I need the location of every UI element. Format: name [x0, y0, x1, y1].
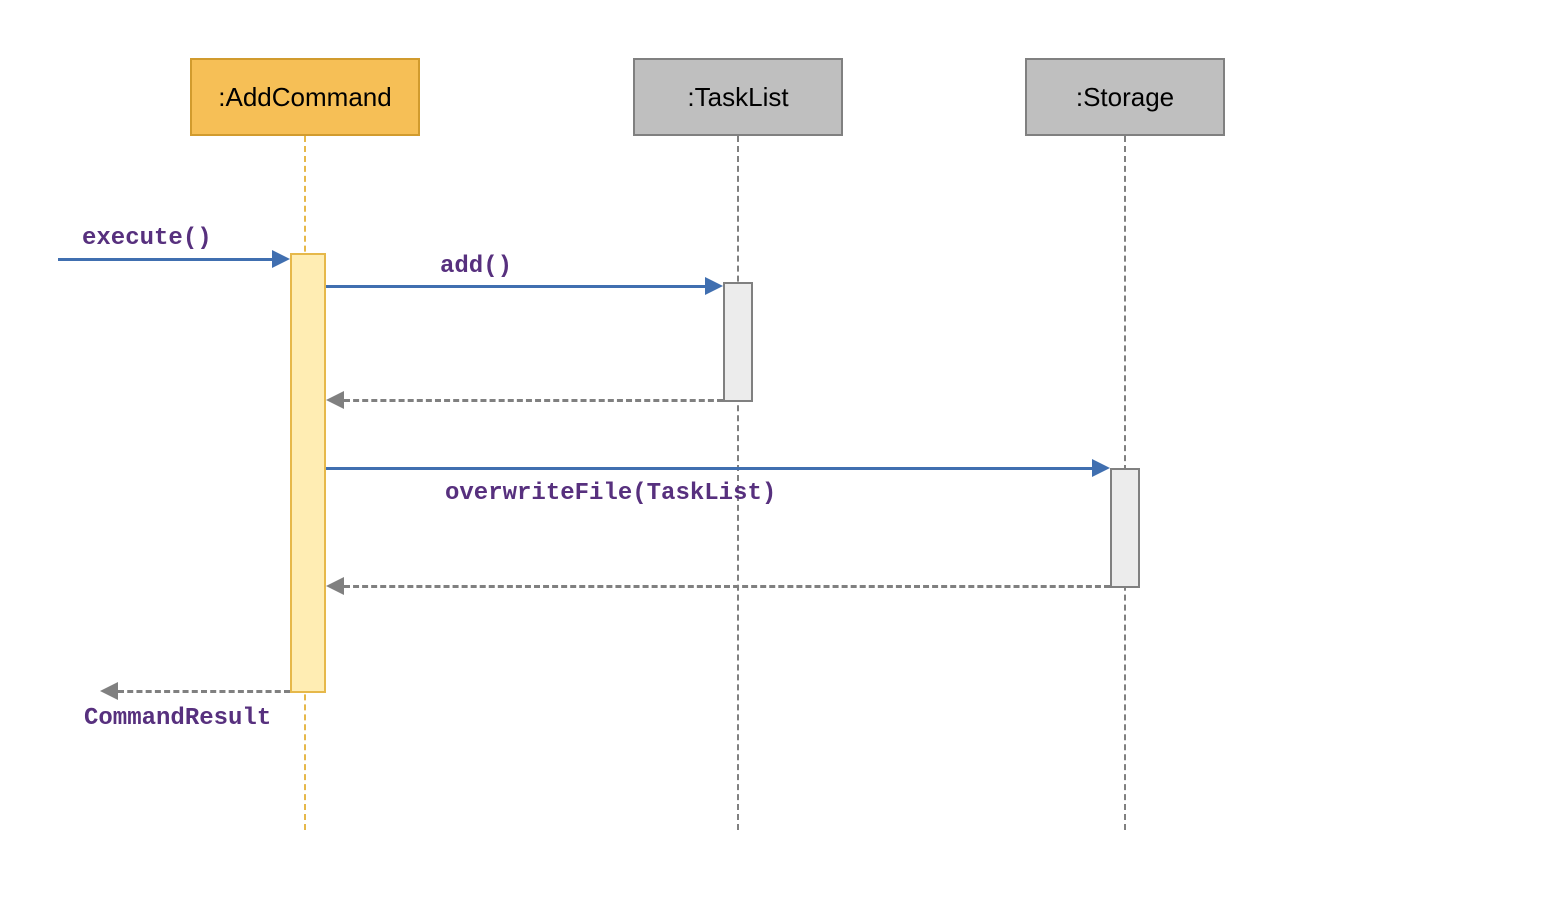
participant-tasklist-label: :TaskList	[687, 82, 788, 113]
msg-result-line	[118, 690, 290, 693]
msg-overwrite-line	[326, 467, 1098, 470]
msg-overwrite-return-line	[344, 585, 1110, 588]
msg-add-line	[326, 285, 713, 288]
msg-add-label: add()	[440, 253, 512, 280]
msg-result-label: CommandResult	[84, 705, 271, 732]
msg-add-return-arrowhead	[326, 391, 344, 409]
msg-add-return-line	[344, 399, 723, 402]
msg-overwrite-arrowhead	[1092, 459, 1110, 477]
activation-tasklist	[723, 282, 753, 402]
msg-execute-label: execute()	[82, 225, 212, 252]
participant-tasklist: :TaskList	[633, 58, 843, 136]
msg-execute-arrowhead	[272, 250, 290, 268]
participant-addcommand-label: :AddCommand	[218, 82, 391, 113]
msg-result-arrowhead	[100, 682, 118, 700]
msg-execute-line	[58, 258, 280, 261]
activation-addcommand	[290, 253, 326, 693]
participant-storage: :Storage	[1025, 58, 1225, 136]
msg-overwrite-label: overwriteFile(TaskList)	[445, 480, 776, 507]
participant-storage-label: :Storage	[1076, 82, 1174, 113]
msg-add-arrowhead	[705, 277, 723, 295]
participant-addcommand: :AddCommand	[190, 58, 420, 136]
activation-storage	[1110, 468, 1140, 588]
msg-overwrite-return-arrowhead	[326, 577, 344, 595]
